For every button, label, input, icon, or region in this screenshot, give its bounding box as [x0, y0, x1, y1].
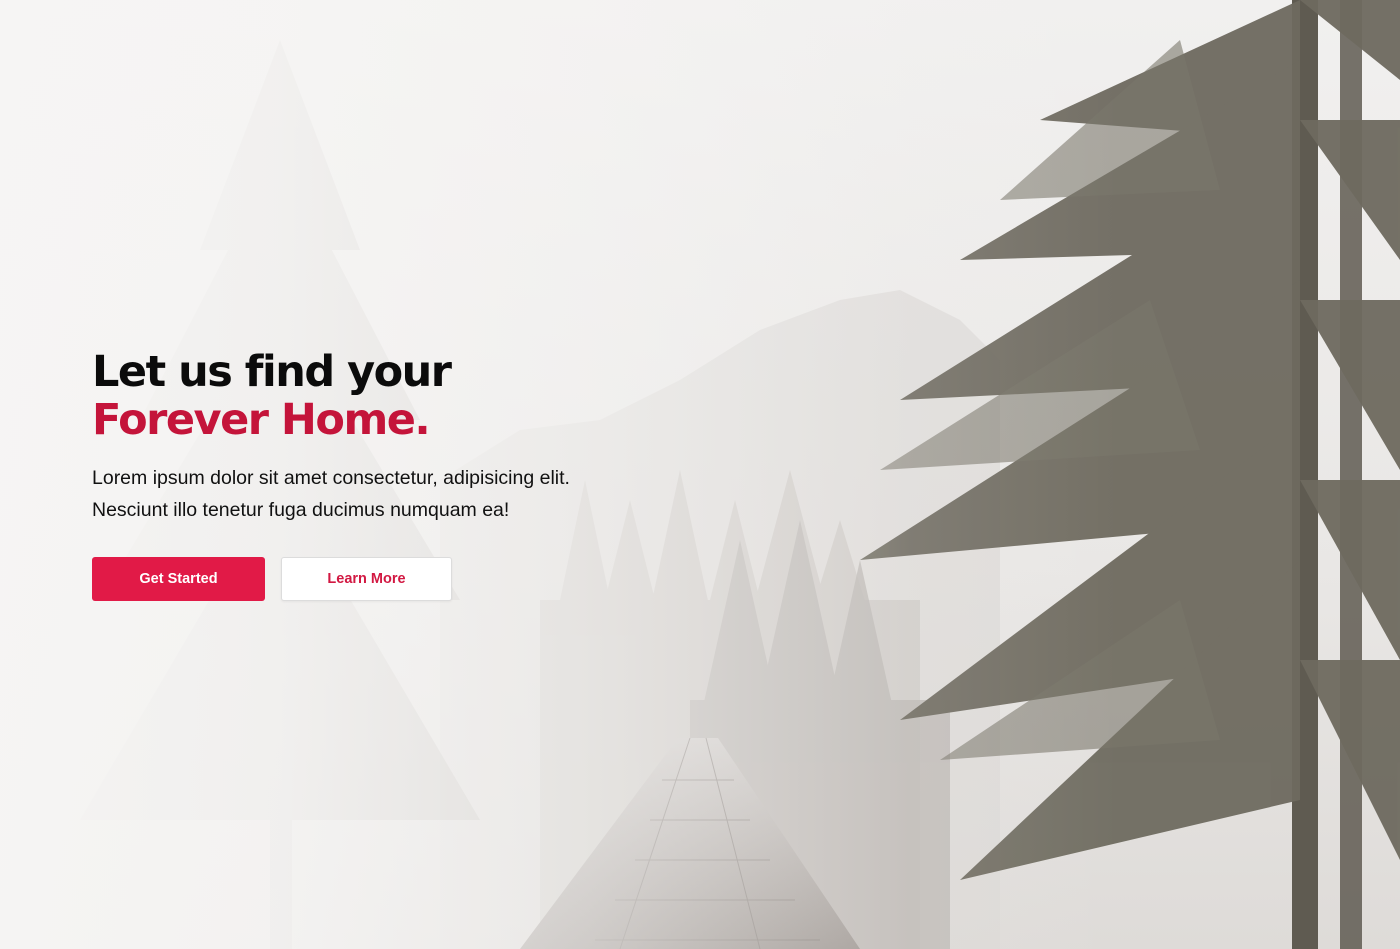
headline-accent-line: Forever Home. [92, 395, 431, 445]
get-started-button[interactable]: Get Started [92, 557, 265, 601]
hero-headline: Let us find your Forever Home. [92, 348, 652, 444]
hero-description: Lorem ipsum dolor sit amet consectetur, … [92, 467, 570, 521]
hero-section: Let us find your Forever Home. Lorem ips… [0, 0, 1400, 949]
hero-actions: Get Started Learn More [92, 557, 652, 601]
headline-line-1: Let us find your [92, 347, 452, 397]
learn-more-button[interactable]: Learn More [281, 557, 452, 601]
hero-content: Let us find your Forever Home. Lorem ips… [92, 348, 652, 601]
